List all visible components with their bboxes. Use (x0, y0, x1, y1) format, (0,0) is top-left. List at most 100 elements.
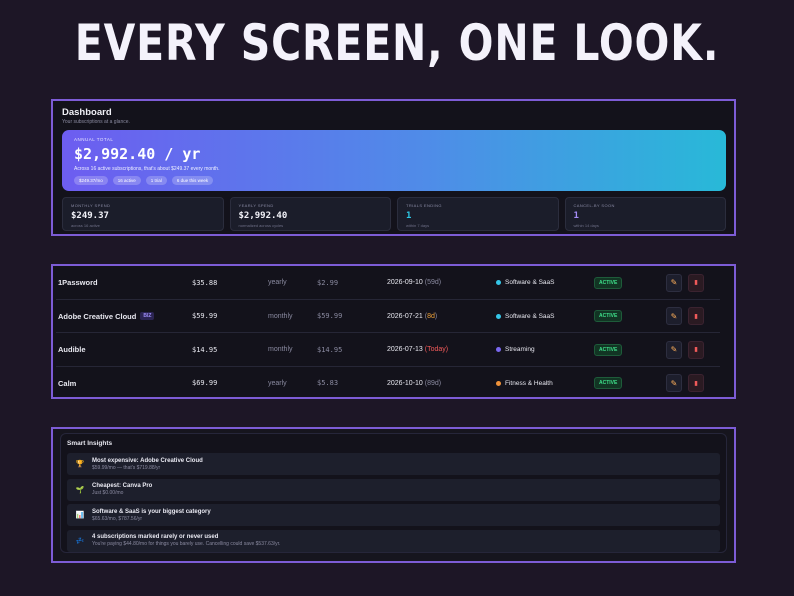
row-actions: ✎ ▮ (666, 367, 704, 400)
insight-desc: $65.63/mo, $787.56/yr (92, 515, 143, 522)
due-in: 89d (427, 379, 439, 387)
annual-total-label: ANNUAL TOTAL (74, 137, 114, 142)
row-cycle: yearly (268, 279, 287, 286)
stat-value: 1 (406, 211, 412, 221)
stat-note: across 16 active (71, 223, 100, 228)
row-name-cell: Adobe Creative Cloud BIZ (58, 300, 155, 333)
edit-button[interactable]: ✎ (666, 273, 682, 292)
status-badge: ACTIVE (594, 276, 623, 289)
table-row[interactable]: Calm $69.99 yearly $5.83 2026-10-10 (89d… (56, 367, 720, 401)
row-monthly: $2.99 (317, 278, 339, 287)
leaf-icon: 🌱 (75, 486, 85, 494)
pencil-icon: ✎ (670, 378, 678, 388)
chip-due: 6 due this week (171, 176, 214, 185)
row-monthly: $14.95 (317, 345, 343, 354)
renewal-date: 2026-10-10 (387, 379, 423, 387)
chip-trial: 1 trial (145, 176, 167, 185)
row-name-cell: Audible (58, 333, 86, 366)
row-date-cell: 2026-10-10 (89d) (387, 367, 441, 400)
stat-yearly-spend: YEARLY SPEND $2,992.40 normalized across… (229, 197, 391, 231)
row-price: $69.99 (192, 379, 218, 387)
row-category-cell: Software & SaaS (496, 300, 555, 333)
insight-head: Software & SaaS is your biggest category (92, 508, 211, 515)
due-close: ) (438, 279, 442, 286)
row-actions: ✎ ▮ (666, 300, 704, 333)
row-category-cell: Streaming (496, 333, 535, 366)
insight-item: 📊 Software & SaaS is your biggest catego… (67, 504, 720, 526)
due-in: 8d (427, 312, 435, 320)
subscription-name: Calm (58, 378, 77, 388)
summary-chips: $249.37/mo 16 active 1 trial 6 due this … (74, 176, 714, 185)
delete-button[interactable]: ▮ (688, 273, 704, 292)
table-row[interactable]: 1Password $35.88 yearly $2.99 2026-09-10… (56, 266, 720, 300)
insight-head: Most expensive: Adobe Creative Cloud (92, 457, 203, 464)
table-row[interactable]: Adobe Creative Cloud BIZ $59.99 monthly $… (56, 300, 720, 333)
stat-value: 1 (573, 211, 579, 221)
insight-head: Cheapest: Canva Pro (92, 483, 153, 489)
edit-button[interactable]: ✎ (666, 340, 682, 359)
trash-icon: ▮ (694, 280, 698, 286)
trash-icon: ▮ (694, 380, 698, 387)
insight-head: 4 subscriptions marked rarely or never u… (92, 534, 219, 540)
row-cycle: yearly (268, 379, 287, 387)
category-label: Software & SaaS (505, 279, 555, 286)
row-monthly: $59.99 (317, 312, 343, 320)
stat-label: YEARLY SPEND (238, 203, 274, 208)
stat-note: within 14 days (573, 223, 599, 228)
stat-note: normalized across cycles (238, 223, 284, 228)
insight-item: 💤 4 subscriptions marked rarely or never… (67, 529, 720, 552)
stat-cancel-by-soon: CANCEL-BY SOON 1 within 14 days (564, 197, 726, 231)
bar-chart-icon: 📊 (75, 512, 85, 519)
row-status-cell: ACTIVE (594, 333, 623, 366)
pencil-icon: ✎ (670, 345, 678, 354)
subscription-name: 1Password (58, 278, 98, 287)
subscription-name: Adobe Creative Cloud (58, 311, 137, 321)
insight-item: 🌱 Cheapest: Canva Pro Just $0.00/mo (67, 478, 720, 501)
row-category-cell: Fitness & Health (496, 367, 553, 400)
pencil-icon: ✎ (670, 278, 678, 287)
stat-value: $249.37 (71, 211, 109, 221)
headline: EVERY SCREEN, ONE LOOK. (74, 14, 720, 72)
category-dot (496, 280, 501, 285)
category-label: Software & SaaS (505, 312, 555, 320)
category-label: Streaming (505, 346, 535, 353)
edit-button[interactable]: ✎ (666, 374, 682, 392)
due-close: ) (445, 346, 449, 353)
stat-label: CANCEL-BY SOON (573, 203, 615, 208)
annual-total-card: ANNUAL TOTAL $2,992.40 / yr Across 16 ac… (62, 130, 726, 191)
renewal-date: 2026-09-10 (387, 279, 423, 286)
stat-trials-ending: TRIALS ENDING 1 within 7 days (397, 197, 559, 231)
row-status-cell: ACTIVE (594, 367, 623, 400)
stat-cards: MONTHLY SPEND $249.37 across 16 active Y… (62, 197, 726, 231)
edit-button[interactable]: ✎ (666, 307, 682, 325)
stat-label: MONTHLY SPEND (71, 203, 111, 208)
dashboard-title: Dashboard (62, 107, 112, 118)
renewal-date: 2026-07-13 (387, 346, 423, 353)
sleep-icon: 💤 (75, 537, 85, 545)
delete-button[interactable]: ▮ (688, 307, 704, 325)
due-in: Today (427, 346, 446, 353)
smart-insights-panel: Smart Insights 🏆 Most expensive: Adobe C… (51, 427, 736, 563)
trash-icon: ▮ (694, 347, 698, 353)
trophy-icon: 🏆 (75, 461, 85, 468)
category-dot (496, 380, 501, 386)
row-name-cell: Calm (58, 367, 76, 400)
subscriptions-table: 1Password $35.88 yearly $2.99 2026-09-10… (51, 264, 736, 399)
row-name-cell: 1Password (58, 266, 98, 299)
dashboard-subtitle: Your subscriptions at a glance. (62, 119, 130, 125)
category-label: Fitness & Health (505, 379, 553, 387)
annual-total-description: Across 16 active subscriptions, that's a… (74, 166, 220, 172)
row-date-cell: 2026-07-21 (8d) (387, 300, 437, 333)
row-date-cell: 2026-07-13 (Today) (387, 333, 448, 366)
business-badge: BIZ (140, 312, 155, 320)
due-close: ) (438, 379, 442, 387)
insight-item: 🏆 Most expensive: Adobe Creative Cloud $5… (67, 453, 720, 475)
delete-button[interactable]: ▮ (688, 374, 704, 392)
annual-total-value: $2,992.40 / yr (74, 145, 201, 163)
insight-desc: Just $0.00/mo (92, 490, 124, 496)
delete-button[interactable]: ▮ (688, 340, 704, 359)
category-dot (496, 347, 501, 352)
pencil-icon: ✎ (670, 311, 678, 321)
trash-icon: ▮ (694, 313, 698, 320)
table-row[interactable]: Audible $14.95 monthly $14.95 2026-07-13… (56, 333, 720, 367)
